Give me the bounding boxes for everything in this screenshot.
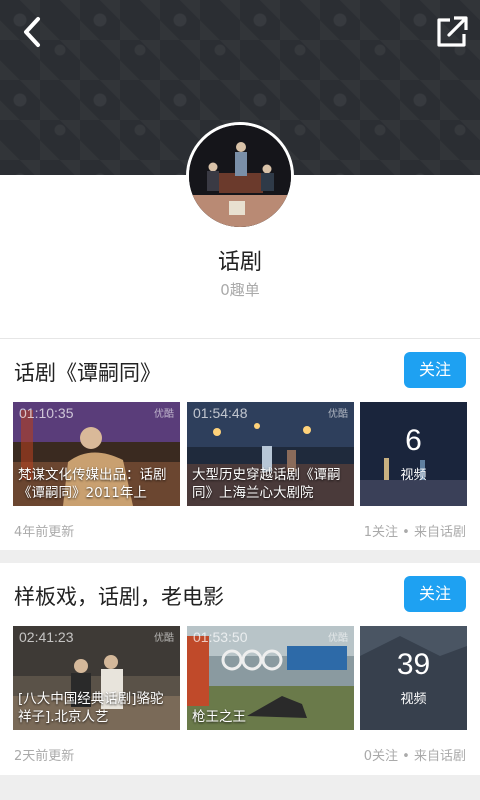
video-duration: 02:41:23 [19,629,74,645]
collection-card[interactable]: 话剧《谭嗣同》 关注 01:10:35 优酷 梵谋文化传媒出品：话剧《谭嗣同》2… [0,339,480,551]
share-button[interactable] [434,14,470,50]
more-videos-tile[interactable]: 6 视频 [360,402,467,506]
video-duration: 01:53:50 [193,629,248,645]
video-thumbnail[interactable]: 01:53:50 优酷 枪王之王 [187,626,354,730]
collection-card[interactable]: 样板戏，话剧，老电影 关注 02:41:23 优酷 [八大中国经典话剧]骆驼祥子… [0,563,480,775]
youku-logo: 优酷 [328,633,348,644]
more-videos-count: 39 [396,648,431,681]
video-duration: 01:54:48 [193,405,248,421]
section-divider [0,550,480,563]
share-external-icon [437,16,468,47]
updated-time: 2天前更新 [14,749,75,764]
video-thumbnail[interactable]: 01:54:48 优酷 大型历史穿越话剧《谭嗣同》上海兰心大剧院 [187,402,354,506]
youku-logo: 优酷 [154,633,174,644]
back-button[interactable] [14,14,54,50]
follow-button[interactable]: 关注 [404,352,466,388]
youku-logo: 优酷 [328,409,348,420]
collection-stats: 0关注 • 来自话剧 [363,749,466,764]
collection-title: 话剧《谭嗣同》 [14,361,161,385]
video-thumbnail[interactable]: 01:10:35 优酷 梵谋文化传媒出品：话剧《谭嗣同》2011年上 [13,402,180,506]
follow-button[interactable]: 关注 [404,576,466,612]
video-title: [八大中国经典话剧]骆驼祥子].北京人艺 [18,691,164,725]
more-videos-tile[interactable]: 39 视频 [360,626,467,730]
more-videos-label: 视频 [400,692,427,707]
updated-time: 4年前更新 [14,525,75,540]
section-divider [0,775,480,800]
avatar-stage-image [189,125,291,227]
more-videos-label: 视频 [400,468,427,483]
chevron-left-icon [24,17,40,47]
more-videos-count: 6 [405,424,422,457]
profile-subtitle: 0趣单 [220,281,260,299]
video-title: 大型历史穿越话剧《谭嗣同》上海兰心大剧院 [192,467,341,501]
video-duration: 01:10:35 [19,405,74,421]
collection-stats: 1关注 • 来自话剧 [363,525,466,540]
youku-logo: 优酷 [154,409,174,420]
video-title: 枪王之王 [192,709,246,725]
video-title: 梵谋文化传媒出品：话剧《谭嗣同》2011年上 [18,467,167,501]
profile-name: 话剧 [217,250,262,275]
collection-title: 样板戏，话剧，老电影 [14,585,224,609]
video-thumbnail[interactable]: 02:41:23 优酷 [八大中国经典话剧]骆驼祥子].北京人艺 [13,626,180,730]
profile-avatar [186,122,294,230]
